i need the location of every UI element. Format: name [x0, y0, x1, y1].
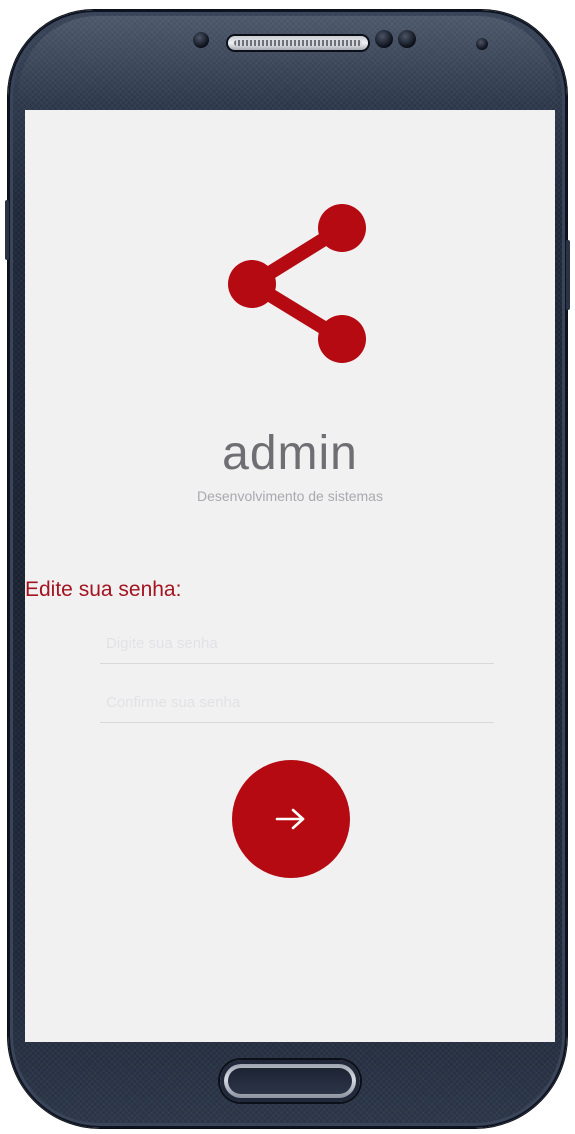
ambient-sensor-icon — [375, 30, 393, 48]
proximity-sensor-icon — [193, 32, 209, 48]
app-title: admin — [222, 427, 358, 480]
edit-password-label: Edite sua senha: — [25, 578, 182, 601]
app-screen: admin Desenvolvimento de sistemas Edite … — [25, 110, 555, 1042]
password-field[interactable] — [100, 626, 494, 664]
home-button[interactable] — [220, 1060, 360, 1102]
submit-button[interactable] — [232, 760, 350, 878]
arrow-right-icon — [275, 808, 305, 830]
app-subtitle: Desenvolvimento de sistemas — [197, 488, 383, 504]
front-sensor-icon — [398, 30, 416, 48]
volume-button — [5, 200, 9, 260]
front-camera-icon — [476, 38, 488, 50]
earpiece-speaker — [228, 36, 368, 50]
share-icon — [228, 204, 366, 363]
power-button — [566, 240, 570, 310]
confirm-password-field[interactable] — [100, 685, 494, 723]
